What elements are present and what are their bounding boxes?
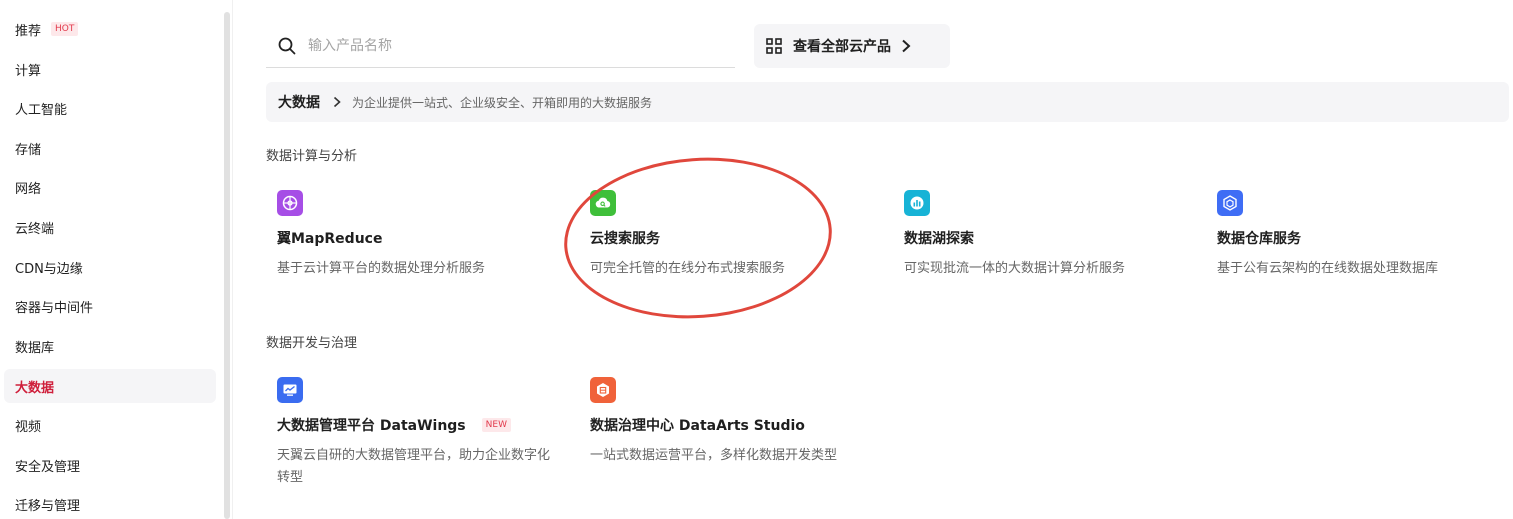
product-card-data-warehouse[interactable]: 数据仓库服务 基于公有云架构的在线数据处理数据库 (1217, 190, 1507, 280)
sidebar-item-label: 人工智能 (15, 102, 68, 118)
cloud-search-icon (590, 190, 616, 216)
sidebar-item-network[interactable]: 网络 (4, 170, 216, 204)
product-card-cloud-search[interactable]: 云搜索服务 可完全托管的在线分布式搜索服务 (590, 190, 880, 280)
sidebar-item-label: 容器与中间件 (15, 300, 94, 316)
chevron-right-icon (333, 96, 341, 108)
search-box[interactable] (266, 24, 735, 68)
product-name: 数据治理中心 DataArts Studio (590, 418, 805, 434)
mapreduce-icon (277, 190, 303, 216)
section-title-dev-governance: 数据开发与治理 (266, 336, 358, 351)
sidebar-item-storage[interactable]: 存储 (4, 131, 216, 165)
product-description: 可实现批流一体的大数据计算分析服务 (904, 261, 1126, 276)
page: 推荐 HOT 计算 人工智能 存储 网络 云终端 CDN与边缘 容器与中间件 数… (0, 0, 1513, 519)
view-all-products-button[interactable]: 查看全部云产品 (754, 24, 950, 68)
category-bar: 大数据 为企业提供一站式、企业级安全、开箱即用的大数据服务 (266, 82, 1509, 122)
sidebar-item-recommend[interactable]: 推荐 HOT (4, 12, 216, 46)
sidebar-item-label: 数据库 (15, 340, 55, 356)
sidebar-divider (232, 0, 233, 519)
sidebar-item-video[interactable]: 视频 (4, 408, 216, 442)
product-name: 数据湖探索 (904, 231, 974, 247)
search-input[interactable] (308, 37, 708, 54)
product-title-row: 大数据管理平台 DataWings NEW (277, 415, 567, 435)
sidebar-item-container-middleware[interactable]: 容器与中间件 (4, 289, 216, 323)
sidebar-item-label: CDN与边缘 (15, 261, 83, 277)
product-card-data-lake[interactable]: 数据湖探索 可实现批流一体的大数据计算分析服务 (904, 190, 1194, 280)
chevron-right-icon (902, 39, 911, 53)
sidebar-item-security-management[interactable]: 安全及管理 (4, 448, 216, 482)
product-name: 云搜索服务 (590, 231, 660, 247)
sidebar-item-label: 大数据 (15, 380, 55, 396)
datawings-icon (277, 377, 303, 403)
sidebar-item-label: 视频 (15, 419, 42, 435)
product-description: 可完全托管的在线分布式搜索服务 (590, 261, 786, 276)
section-title-compute-analysis: 数据计算与分析 (266, 149, 358, 164)
sidebar-item-database[interactable]: 数据库 (4, 329, 216, 363)
dataarts-icon (590, 377, 616, 403)
product-name: 翼MapReduce (277, 231, 383, 247)
sidebar-item-ai[interactable]: 人工智能 (4, 91, 216, 125)
hot-badge: HOT (51, 22, 79, 36)
data-warehouse-icon (1217, 190, 1243, 216)
grid-icon (766, 38, 782, 54)
sidebar-item-compute[interactable]: 计算 (4, 52, 216, 86)
category-name[interactable]: 大数据 (278, 92, 320, 112)
product-description: 基于云计算平台的数据处理分析服务 (277, 261, 486, 276)
sidebar-item-migration-management[interactable]: 迁移与管理 (4, 487, 216, 519)
product-card-datawings[interactable]: 大数据管理平台 DataWings NEW 天翼云自研的大数据管理平台，助力企业… (277, 377, 567, 489)
product-name: 大数据管理平台 DataWings (277, 418, 466, 434)
search-icon (278, 37, 296, 54)
product-card-mapreduce[interactable]: 翼MapReduce 基于云计算平台的数据处理分析服务 (277, 190, 567, 280)
product-card-dataarts-studio[interactable]: 数据治理中心 DataArts Studio 一站式数据运营平台，多样化数据开发… (590, 377, 880, 467)
sidebar: 推荐 HOT 计算 人工智能 存储 网络 云终端 CDN与边缘 容器与中间件 数… (0, 0, 222, 519)
sidebar-item-label: 计算 (15, 63, 42, 79)
category-description: 为企业提供一站式、企业级安全、开箱即用的大数据服务 (352, 95, 653, 110)
sidebar-item-big-data[interactable]: 大数据 (4, 369, 216, 403)
new-badge: NEW (481, 418, 511, 432)
view-all-products-label: 查看全部云产品 (793, 39, 891, 55)
sidebar-item-label: 迁移与管理 (15, 498, 81, 514)
sidebar-item-cloud-terminal[interactable]: 云终端 (4, 210, 216, 244)
product-description: 基于公有云架构的在线数据处理数据库 (1217, 261, 1439, 276)
data-lake-icon (904, 190, 930, 216)
sidebar-scrollbar[interactable] (224, 12, 230, 519)
product-description: 一站式数据运营平台，多样化数据开发类型 (590, 448, 838, 463)
sidebar-item-label: 推荐 (15, 23, 42, 39)
sidebar-item-label: 网络 (15, 181, 42, 197)
product-name: 数据仓库服务 (1217, 231, 1301, 247)
sidebar-item-label: 安全及管理 (15, 459, 81, 475)
product-description: 天翼云自研的大数据管理平台，助力企业数字化转型 (277, 448, 551, 485)
sidebar-item-label: 存储 (15, 142, 42, 158)
sidebar-item-label: 云终端 (15, 221, 55, 237)
sidebar-item-cdn-edge[interactable]: CDN与边缘 (4, 250, 216, 284)
